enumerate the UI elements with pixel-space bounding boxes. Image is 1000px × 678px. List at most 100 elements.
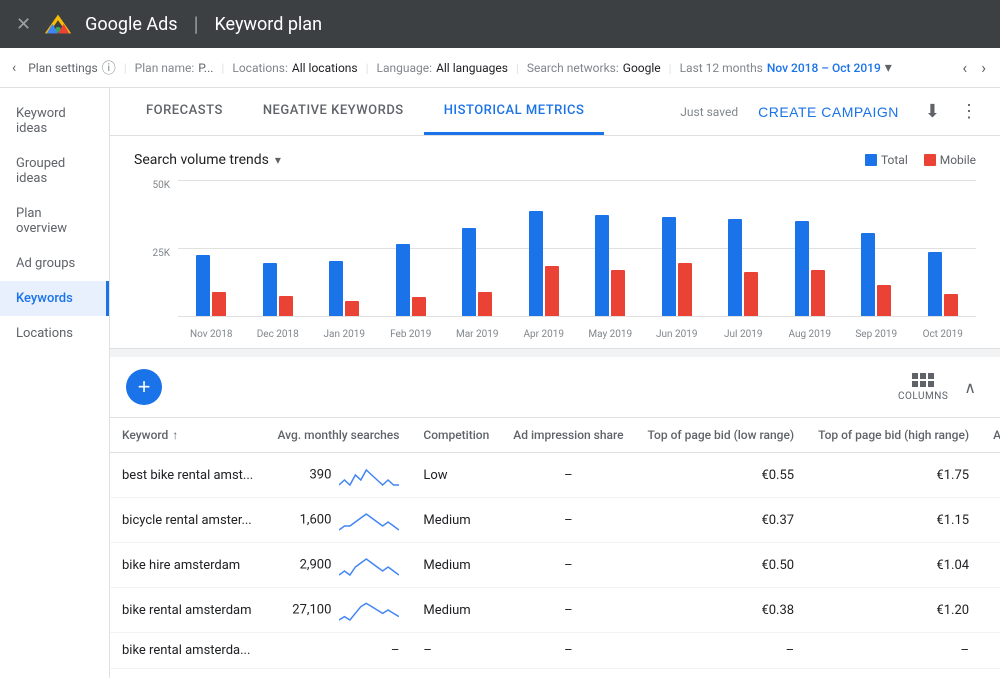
th-bid-low[interactable]: Top of page bid (low range) (636, 418, 807, 453)
sparkline-1 (339, 508, 399, 532)
chart-title[interactable]: Search volume trends (134, 152, 269, 168)
y-axis: 50K 25K (134, 180, 174, 316)
plan-name-value: P... (198, 61, 213, 75)
bid-low-cell: €0.37 (636, 498, 807, 543)
bar-total-9[interactable] (795, 221, 809, 316)
separator-3: | (366, 61, 369, 75)
separator-2: | (221, 61, 224, 75)
table-toolbar: + COLUMNS ∧ (110, 357, 1000, 417)
th-keyword[interactable]: Keyword ↑ (110, 418, 265, 453)
status-cell (981, 669, 1000, 678)
th-searches[interactable]: Avg. monthly searches (265, 418, 411, 453)
sidebar-item-locations[interactable]: Locations (0, 316, 109, 351)
bar-mobile-1[interactable] (279, 296, 293, 316)
bar-total-5[interactable] (529, 211, 543, 316)
bar-mobile-3[interactable] (412, 297, 426, 316)
keyword-cell[interactable]: cycle hire amsterdam (110, 669, 265, 678)
status-cell (981, 588, 1000, 633)
keyword-cell[interactable]: bike rental amsterda... (110, 633, 265, 669)
google-ads-logo (43, 12, 73, 36)
keyword-cell[interactable]: best bike rental amst... (110, 453, 265, 498)
impression-cell: – (501, 543, 635, 588)
searches-cell: 1,600 (265, 498, 411, 543)
bid-high-cell: €1.01 (806, 669, 981, 678)
bar-group-3 (378, 244, 445, 316)
sidebar-item-ad-groups[interactable]: Ad groups (0, 246, 109, 281)
bar-mobile-6[interactable] (611, 270, 625, 316)
bar-total-7[interactable] (662, 217, 676, 316)
legend-mobile: Mobile (924, 153, 976, 167)
next-arrow[interactable]: › (975, 54, 992, 81)
searches-cell: 2,900 (265, 543, 411, 588)
keyword-cell[interactable]: bike hire amsterdam (110, 543, 265, 588)
collapse-icon[interactable]: ∧ (956, 374, 984, 401)
sparkline-3 (339, 598, 399, 622)
bar-total-6[interactable] (595, 215, 609, 316)
th-bid-high[interactable]: Top of page bid (high range) (806, 418, 981, 453)
x-label-6: May 2019 (577, 329, 644, 340)
network-label: Search networks: (527, 61, 619, 75)
bid-high-cell: – (806, 633, 981, 669)
add-keyword-button[interactable]: + (126, 369, 162, 405)
bar-mobile-7[interactable] (678, 263, 692, 316)
date-range-value[interactable]: Nov 2018 – Oct 2019 (767, 61, 881, 75)
searches-cell: 390 (265, 453, 411, 498)
bar-group-5 (511, 211, 578, 316)
bid-high-cell: €1.20 (806, 588, 981, 633)
bar-total-2[interactable] (329, 261, 343, 316)
plan-settings-item: Plan settings ⓘ (28, 58, 116, 78)
impression-cell: – (501, 588, 635, 633)
bar-total-10[interactable] (861, 233, 875, 316)
columns-button[interactable]: COLUMNS (898, 373, 948, 402)
legend-mobile-dot (924, 154, 936, 166)
bar-mobile-0[interactable] (212, 292, 226, 316)
chart-title-dropdown-icon[interactable]: ▾ (275, 153, 281, 167)
prev-arrow[interactable]: ‹ (956, 54, 973, 81)
bar-mobile-9[interactable] (811, 270, 825, 316)
x-label-7: Jun 2019 (644, 329, 711, 340)
tabs-container: FORECASTS NEGATIVE KEYWORDS HISTORICAL M… (110, 88, 1000, 136)
bar-mobile-5[interactable] (545, 266, 559, 316)
more-options-icon[interactable]: ⋮ (954, 95, 984, 128)
sidebar-item-keyword-ideas[interactable]: Keyword ideas (0, 96, 109, 146)
sparkline-0 (339, 463, 399, 487)
bar-mobile-8[interactable] (744, 272, 758, 316)
plan-settings-label[interactable]: Plan settings (28, 61, 98, 75)
bar-mobile-2[interactable] (345, 301, 359, 316)
tab-negative-keywords[interactable]: NEGATIVE KEYWORDS (243, 89, 424, 135)
th-competition[interactable]: Competition (411, 418, 501, 453)
chart-header: Search volume trends ▾ Total Mobile (134, 152, 976, 168)
bid-low-cell: €0.38 (636, 588, 807, 633)
bar-mobile-11[interactable] (944, 294, 958, 316)
close-icon[interactable]: ✕ (16, 14, 31, 35)
keyword-cell[interactable]: bicycle rental amster... (110, 498, 265, 543)
bar-mobile-4[interactable] (478, 292, 492, 316)
date-dropdown-icon[interactable]: ▾ (885, 60, 892, 76)
top-bar: ✕ Google Ads | Keyword plan (0, 0, 1000, 48)
sidebar-item-grouped-ideas[interactable]: Grouped ideas (0, 146, 109, 196)
bar-total-8[interactable] (728, 219, 742, 316)
bar-total-3[interactable] (396, 244, 410, 316)
sidebar-item-label: Plan overview (16, 206, 93, 236)
tab-forecasts[interactable]: FORECASTS (126, 89, 243, 135)
sidebar-item-keywords[interactable]: Keywords (0, 281, 109, 316)
legend-total: Total (865, 153, 908, 167)
bar-total-1[interactable] (263, 263, 277, 316)
just-saved-label: Just saved (680, 105, 738, 119)
keyword-cell[interactable]: bike rental amsterdam (110, 588, 265, 633)
th-status[interactable]: Account status (981, 418, 1000, 453)
tab-historical-metrics[interactable]: HISTORICAL METRICS (424, 89, 605, 135)
info-icon: ⓘ (102, 58, 116, 78)
bar-total-4[interactable] (462, 228, 476, 316)
table-section: + COLUMNS ∧ (110, 357, 1000, 678)
download-icon[interactable]: ⬇ (919, 95, 946, 128)
separator-1: | (124, 61, 127, 75)
sub-header-back-arrow[interactable]: ‹ (8, 56, 20, 80)
bar-total-0[interactable] (196, 255, 210, 316)
sidebar-item-plan-overview[interactable]: Plan overview (0, 196, 109, 246)
bar-mobile-10[interactable] (877, 285, 891, 316)
th-impression[interactable]: Ad impression share (501, 418, 635, 453)
bar-total-11[interactable] (928, 252, 942, 316)
competition-cell: Medium (411, 588, 501, 633)
create-campaign-button[interactable]: CREATE CAMPAIGN (746, 96, 911, 128)
